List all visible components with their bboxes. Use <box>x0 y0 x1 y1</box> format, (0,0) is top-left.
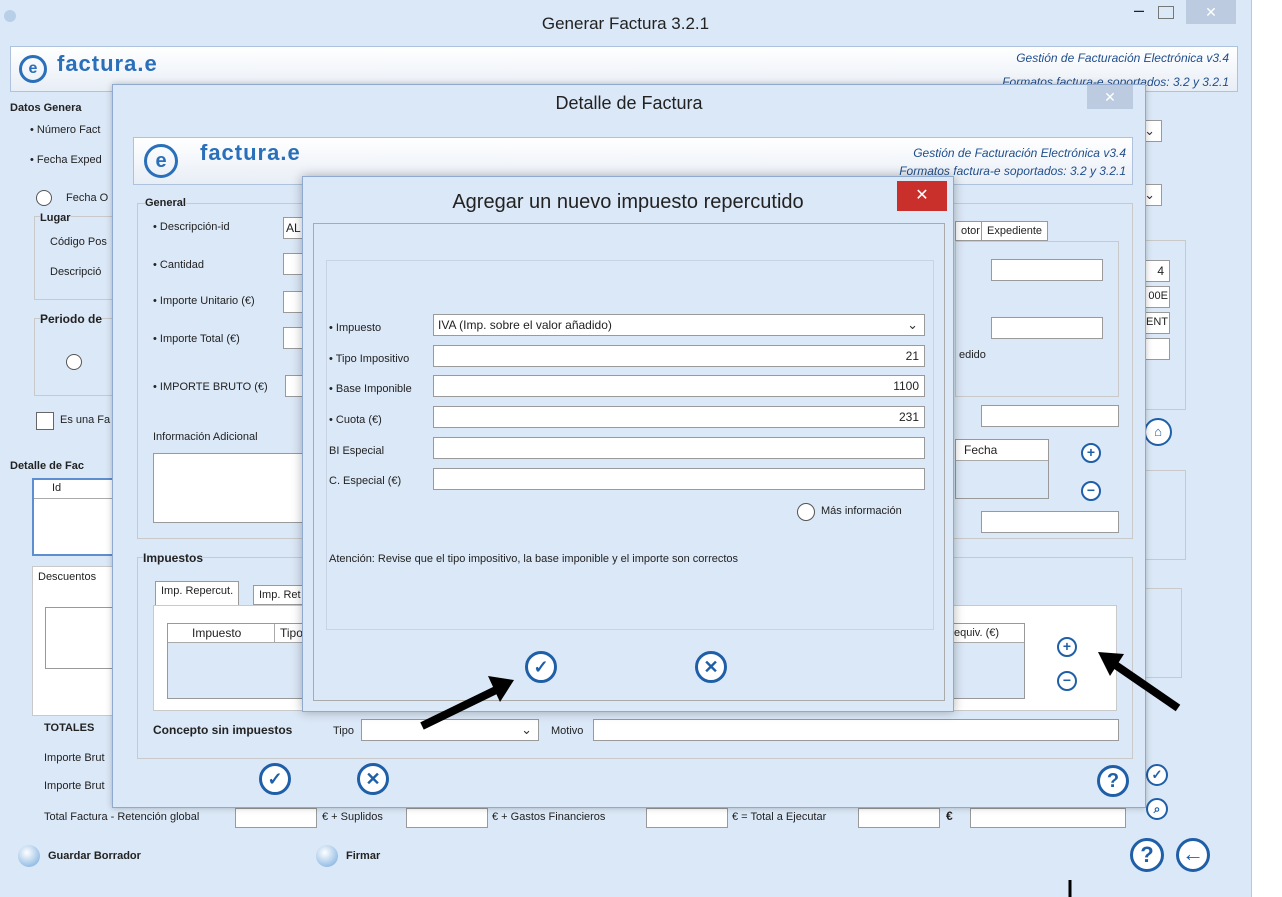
annotation-arrows <box>420 652 1181 897</box>
arrow-to-accept <box>420 676 514 730</box>
arrow-to-add <box>1098 652 1181 712</box>
